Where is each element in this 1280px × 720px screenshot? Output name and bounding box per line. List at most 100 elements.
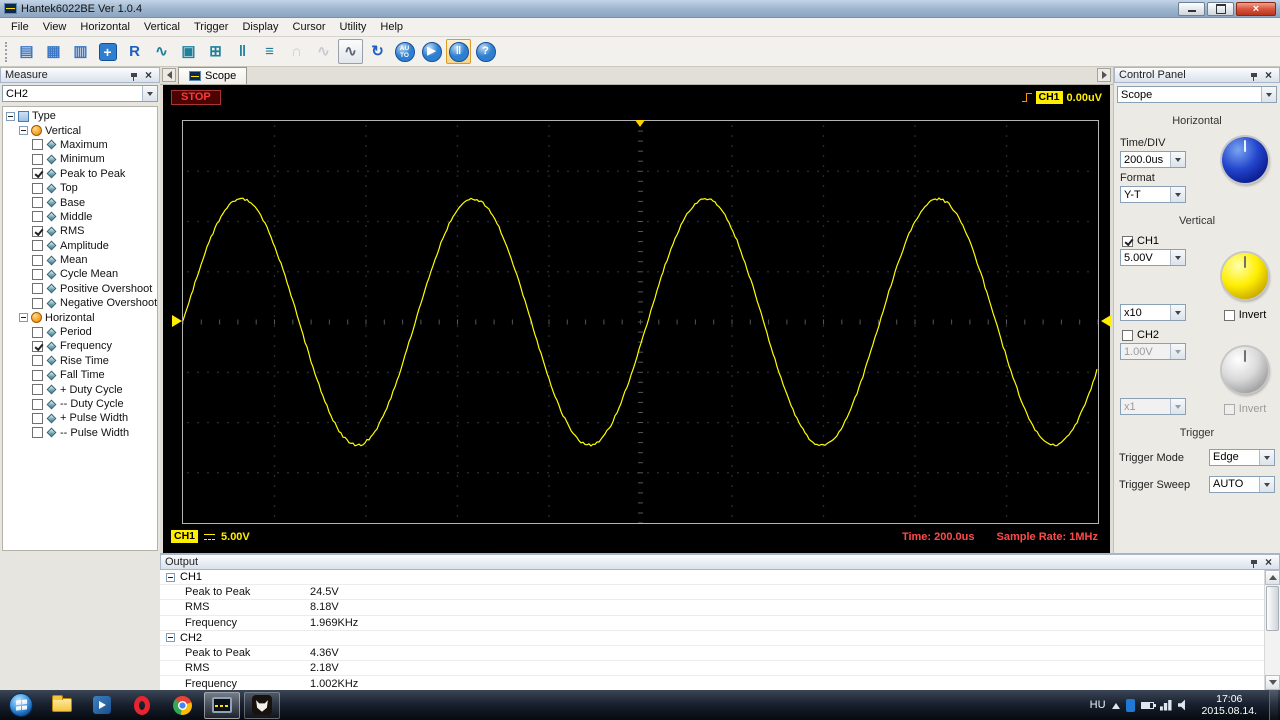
tree-item-cycle-mean[interactable]: Cycle Mean: [3, 267, 157, 281]
menu-utility[interactable]: Utility: [333, 19, 374, 35]
tree-item-positive-overshoot[interactable]: Positive Overshoot: [3, 282, 157, 296]
measure-item-checkbox[interactable]: [32, 398, 43, 410]
language-indicator[interactable]: HU: [1090, 699, 1106, 711]
tab-scroll-left-button[interactable]: [162, 68, 176, 82]
network-icon[interactable]: [1159, 699, 1172, 711]
toolbar-new-file-button[interactable]: ▤: [14, 39, 39, 64]
measure-item-checkbox[interactable]: [32, 197, 43, 209]
menu-trigger[interactable]: Trigger: [187, 19, 235, 35]
tree-item-frequency[interactable]: Frequency: [3, 339, 157, 353]
toolbar-refresh-button[interactable]: ↻: [365, 39, 390, 64]
pin-icon[interactable]: [1247, 556, 1260, 568]
trigger-mode-select[interactable]: Edge: [1209, 448, 1275, 466]
toolbar-start-button[interactable]: ▶: [419, 39, 444, 64]
measure-item-checkbox[interactable]: [32, 283, 43, 295]
toolbar-interpolation-sine-button[interactable]: ∿: [311, 39, 336, 64]
tree-item--duty-cycle[interactable]: -- Duty Cycle: [3, 397, 157, 411]
tree-item-middle[interactable]: Middle: [3, 210, 157, 224]
toolbar-interpolation-curve-button[interactable]: ∩: [284, 39, 309, 64]
tree-item--duty-cycle[interactable]: + Duty Cycle: [3, 382, 157, 396]
scroll-up-button[interactable]: [1265, 570, 1280, 585]
panel-mode-select[interactable]: Scope: [1117, 86, 1277, 103]
time-div-select[interactable]: 200.0us: [1120, 151, 1186, 168]
measure-item-checkbox[interactable]: [32, 153, 43, 165]
menu-view[interactable]: View: [36, 19, 74, 35]
measure-item-checkbox[interactable]: [32, 297, 43, 309]
measure-item-checkbox[interactable]: [32, 355, 43, 367]
toolbar-auto-set-button[interactable]: +: [95, 39, 120, 64]
output-scrollbar[interactable]: [1264, 570, 1280, 690]
toolbar-pass-fail-button[interactable]: ▣: [176, 39, 201, 64]
measure-item-checkbox[interactable]: [32, 168, 43, 180]
ch2-invert-checkbox[interactable]: [1223, 403, 1235, 415]
expander-icon[interactable]: [19, 126, 28, 136]
tree-item--pulse-width[interactable]: + Pulse Width: [3, 411, 157, 425]
tree-item-horizontal[interactable]: Horizontal: [3, 310, 157, 324]
ch1-scale-select[interactable]: 5.00V: [1120, 249, 1186, 266]
expander-icon[interactable]: [166, 572, 175, 582]
taskbar-opera-button[interactable]: [124, 692, 160, 719]
measure-item-checkbox[interactable]: [32, 412, 43, 424]
tree-item-rms[interactable]: RMS: [3, 224, 157, 238]
volume-icon[interactable]: [1177, 699, 1185, 711]
start-button[interactable]: [9, 693, 33, 717]
ch2-probe-select[interactable]: x1: [1120, 398, 1186, 415]
taskbar-chrome-button[interactable]: [164, 692, 200, 719]
toolbar-cursor-horizontal-button[interactable]: ≡: [257, 39, 282, 64]
menu-horizontal[interactable]: Horizontal: [73, 19, 137, 35]
close-icon[interactable]: [1262, 556, 1275, 568]
channel1-position-marker[interactable]: [172, 315, 182, 327]
close-button[interactable]: ×: [1236, 1, 1276, 16]
tree-item-vertical[interactable]: Vertical: [3, 123, 157, 137]
ch1-invert-checkbox[interactable]: [1223, 309, 1235, 321]
toolbar-grid-display-button[interactable]: ⊞: [203, 39, 228, 64]
tree-item-maximum[interactable]: Maximum: [3, 138, 157, 152]
measure-item-checkbox[interactable]: [32, 427, 43, 439]
measure-item-checkbox[interactable]: [32, 182, 43, 194]
menu-display[interactable]: Display: [235, 19, 285, 35]
tree-item-top[interactable]: Top: [3, 181, 157, 195]
maximize-button[interactable]: [1207, 1, 1234, 16]
expander-icon[interactable]: [6, 111, 15, 121]
measure-item-checkbox[interactable]: [32, 326, 43, 338]
ch2-position-knob[interactable]: [1222, 347, 1268, 393]
pin-icon[interactable]: [1247, 69, 1260, 81]
trigger-sweep-select[interactable]: AUTO: [1209, 475, 1275, 493]
close-icon[interactable]: [142, 69, 155, 81]
output-group-ch1[interactable]: CH1: [160, 570, 1264, 585]
measure-item-checkbox[interactable]: [32, 240, 43, 252]
ch2-scale-select[interactable]: 1.00V: [1120, 343, 1186, 360]
measure-item-checkbox[interactable]: [32, 139, 43, 151]
measure-item-checkbox[interactable]: [32, 225, 43, 237]
scroll-down-button[interactable]: [1265, 675, 1280, 690]
taskbar-folder-button[interactable]: [44, 692, 80, 719]
horizontal-position-knob[interactable]: [1222, 137, 1268, 183]
measure-item-checkbox[interactable]: [32, 384, 43, 396]
toolbar-cursor-vertical-button[interactable]: ‖: [230, 39, 255, 64]
tree-item-amplitude[interactable]: Amplitude: [3, 239, 157, 253]
clock[interactable]: 17:06 2015.08.14.: [1196, 693, 1263, 717]
tree-item-negative-overshoot[interactable]: Negative Overshoot: [3, 296, 157, 310]
ch2-enable-checkbox[interactable]: [1122, 329, 1133, 341]
ch1-enable-checkbox[interactable]: [1122, 235, 1133, 247]
bluetooth-icon[interactable]: [1125, 698, 1135, 712]
output-group-ch2[interactable]: CH2: [160, 631, 1264, 646]
pin-icon[interactable]: [127, 69, 140, 81]
toolbar-help-button[interactable]: ?: [473, 39, 498, 64]
tab-scroll-right-button[interactable]: [1097, 68, 1111, 82]
toolbar-grip[interactable]: [5, 41, 9, 62]
taskbar-hantek-button[interactable]: [204, 691, 240, 719]
measure-item-checkbox[interactable]: [32, 211, 43, 223]
toolbar-record-reference-button[interactable]: R: [122, 39, 147, 64]
tree-item-peak-to-peak[interactable]: Peak to Peak: [3, 167, 157, 181]
expander-icon[interactable]: [166, 633, 175, 643]
close-icon[interactable]: [1262, 69, 1275, 81]
ch1-position-knob[interactable]: [1222, 253, 1268, 299]
menu-help[interactable]: Help: [373, 19, 410, 35]
toolbar-print-button[interactable]: ▥: [68, 39, 93, 64]
trigger-level-marker[interactable]: [1101, 315, 1111, 327]
measure-item-checkbox[interactable]: [32, 340, 43, 352]
format-select[interactable]: Y-T: [1120, 186, 1186, 203]
toolbar-auto-button[interactable]: AU TO: [392, 39, 417, 64]
menu-vertical[interactable]: Vertical: [137, 19, 187, 35]
